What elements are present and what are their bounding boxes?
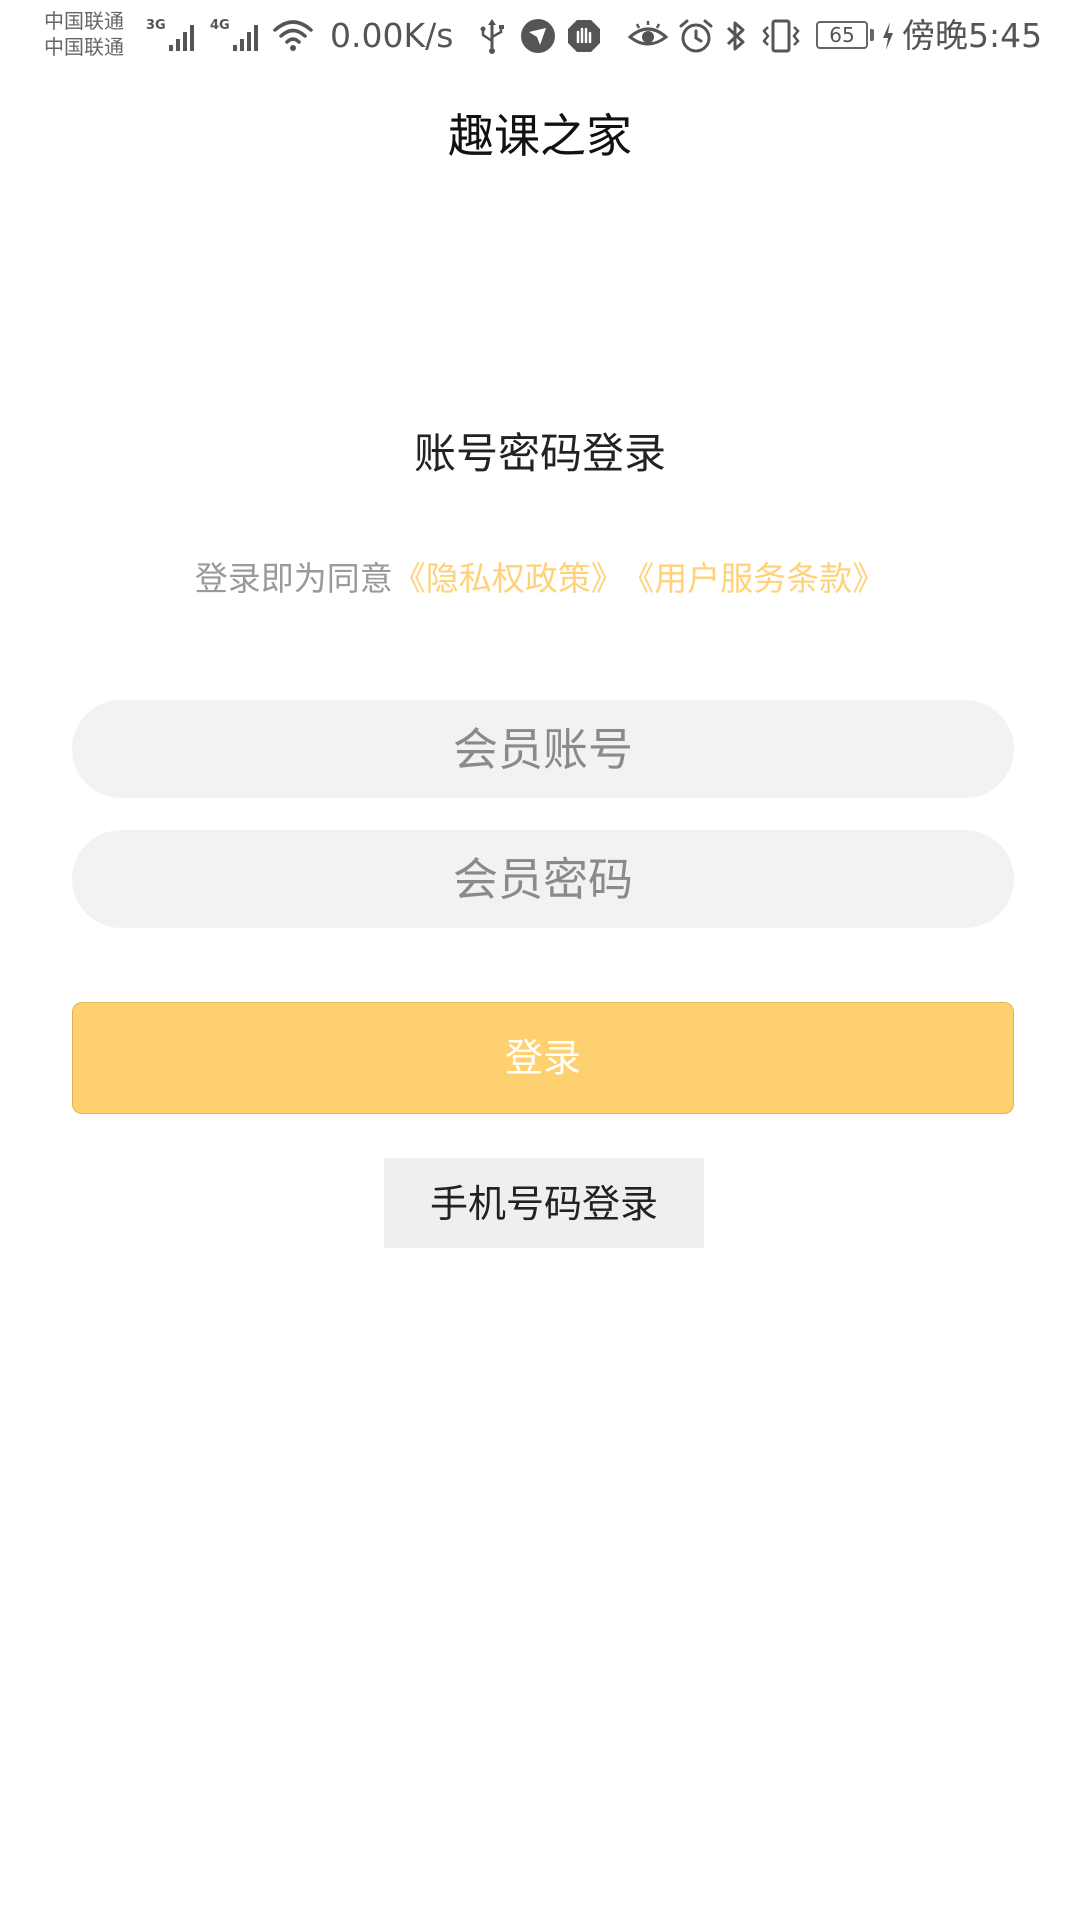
charging-status xyxy=(880,14,896,58)
network-type-1: 3G xyxy=(146,18,166,33)
app-notification-icon xyxy=(521,19,555,53)
bluetooth-icon xyxy=(726,21,745,51)
account-input[interactable] xyxy=(72,700,1014,798)
charging-icon xyxy=(883,22,893,50)
battery-level: 65 xyxy=(829,23,855,47)
carrier-name-2: 中国联通 xyxy=(44,35,124,59)
app-notification-1 xyxy=(520,14,556,58)
alarm-icon xyxy=(679,19,713,53)
battery-icon: 65 xyxy=(816,21,868,49)
vibrate-icon xyxy=(762,19,800,53)
wifi-status xyxy=(272,14,314,58)
clock: 傍晚5:45 xyxy=(902,16,1043,55)
network-type-2: 4G xyxy=(210,18,230,33)
login-button[interactable]: 登录 xyxy=(72,1002,1014,1114)
signal-group-2: 4G xyxy=(210,14,264,58)
usb-icon xyxy=(480,19,504,54)
agreement-text: 登录即为同意《隐私权政策》 《用户服务条款》 xyxy=(0,552,1080,606)
phone-login-button[interactable]: 手机号码登录 xyxy=(384,1158,704,1248)
privacy-policy-link[interactable]: 《隐私权政策》 xyxy=(393,559,624,598)
eye-comfort-status xyxy=(628,14,668,58)
terms-of-service-link[interactable]: 《用户服务条款》 xyxy=(638,559,886,598)
page-title: 趣课之家 xyxy=(448,109,632,163)
usb-status xyxy=(478,14,506,58)
carrier-name-1: 中国联通 xyxy=(44,9,124,33)
login-heading: 账号密码登录 xyxy=(413,429,666,478)
signal-icon xyxy=(168,25,194,51)
wifi-icon xyxy=(273,20,313,51)
battery-tip xyxy=(870,29,874,41)
agreement-prefix: 登录即为同意 xyxy=(194,559,393,598)
network-speed: 0.00K/s xyxy=(330,16,454,55)
vibrate-status xyxy=(760,14,802,58)
bluetooth-status xyxy=(724,14,748,58)
app-notification-icon xyxy=(568,20,600,52)
app-notification-2 xyxy=(566,14,602,58)
signal-icon xyxy=(232,25,258,51)
status-bar: 中国联通 中国联通 3G 4G 0.00K/s 65 傍晚5:45 xyxy=(0,0,1080,76)
eye-comfort-icon xyxy=(628,21,668,46)
signal-group-1: 3G xyxy=(146,14,200,58)
alarm-status xyxy=(678,14,714,58)
carrier-names: 中国联通 中国联通 xyxy=(44,8,124,60)
login-page: 中国联通 中国联通 3G 4G 0.00K/s 65 傍晚5:45 趣课之家 账… xyxy=(0,0,1080,1920)
password-input[interactable] xyxy=(72,830,1014,928)
